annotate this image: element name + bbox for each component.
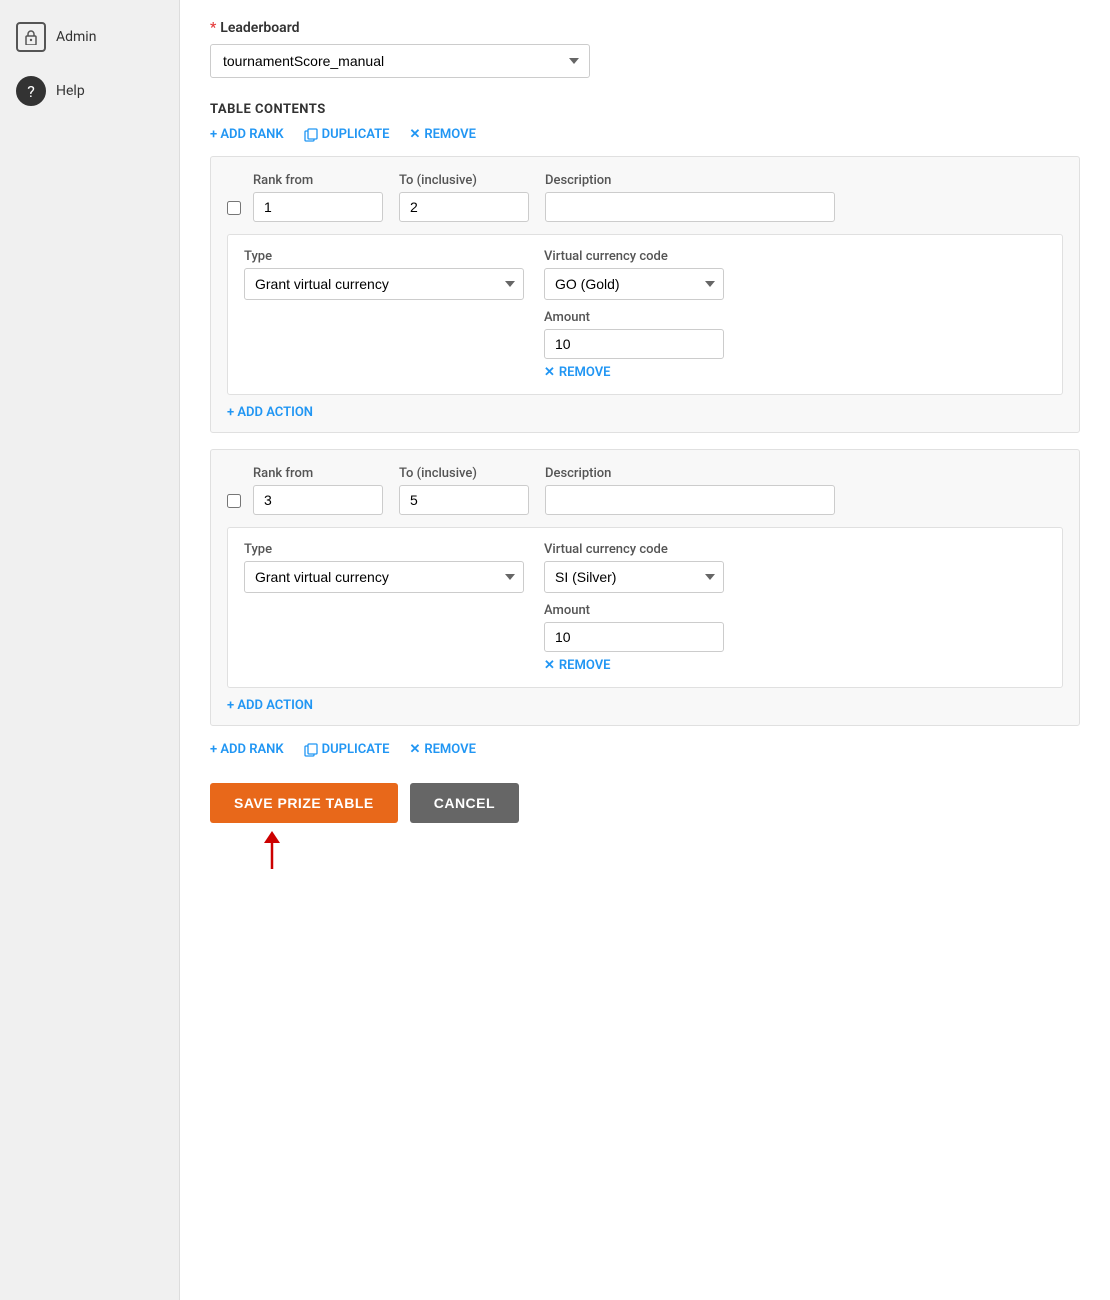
remove-action-1-1[interactable]: ✕ REMOVE <box>544 365 724 380</box>
section-title: TABLE CONTENTS <box>210 102 1080 117</box>
lock-icon <box>16 22 46 52</box>
currency-label-1-1: Virtual currency code <box>544 249 724 264</box>
rank-from-label-1: Rank from <box>253 173 383 188</box>
currency-select-1-1[interactable]: GO (Gold) SI (Silver) BR (Bronze) <box>544 268 724 300</box>
currency-field-1-1: Virtual currency code GO (Gold) SI (Silv… <box>544 249 724 300</box>
action-card-2-1: Type Grant virtual currency Grant item G… <box>227 527 1063 688</box>
add-action-2[interactable]: + ADD ACTION <box>227 698 1063 713</box>
bottom-table-actions: + ADD RANK DUPLICATE ✕ REMOVE <box>210 742 1080 757</box>
bottom-add-rank-button[interactable]: + ADD RANK <box>210 742 284 757</box>
type-field-2-1: Type Grant virtual currency Grant item G… <box>244 542 524 593</box>
rank-from-group-2: Rank from <box>253 466 383 515</box>
rank-header-2: Rank from To (inclusive) Description <box>227 466 1063 515</box>
sidebar-item-help[interactable]: ? Help <box>0 64 179 118</box>
description-input-1[interactable] <box>545 192 835 222</box>
sidebar-item-admin[interactable]: Admin <box>0 10 179 64</box>
type-label-1-1: Type <box>244 249 524 264</box>
save-button[interactable]: SAVE PRIZE TABLE <box>210 783 398 823</box>
action-card-content-2-1: Type Grant virtual currency Grant item G… <box>244 542 1046 673</box>
amount-label-2-1: Amount <box>544 603 590 618</box>
help-icon: ? <box>16 76 46 106</box>
cancel-button[interactable]: CANCEL <box>410 783 519 823</box>
to-inclusive-input-2[interactable] <box>399 485 529 515</box>
sidebar-item-admin-label: Admin <box>56 29 96 45</box>
bottom-duplicate-button[interactable]: DUPLICATE <box>304 742 390 757</box>
rank-from-group-1: Rank from <box>253 173 383 222</box>
amount-section-1-1: Amount <box>544 310 724 359</box>
rank-from-input-1[interactable] <box>253 192 383 222</box>
to-inclusive-group-2: To (inclusive) <box>399 466 529 515</box>
leaderboard-select[interactable]: tournamentScore_manual tournamentScore_a… <box>210 44 590 78</box>
currency-select-2-1[interactable]: GO (Gold) SI (Silver) BR (Bronze) <box>544 561 724 593</box>
top-remove-button[interactable]: ✕ REMOVE <box>409 127 475 142</box>
rank-fields-1: Rank from To (inclusive) Description <box>253 173 1063 222</box>
currency-label-2-1: Virtual currency code <box>544 542 724 557</box>
rank-fields-2: Rank from To (inclusive) Description <box>253 466 1063 515</box>
bottom-remove-button[interactable]: ✕ REMOVE <box>409 742 475 757</box>
action-left-2-1: Type Grant virtual currency Grant item G… <box>244 542 524 673</box>
description-label-1: Description <box>545 173 835 188</box>
arrow-indicator <box>210 831 284 871</box>
rank-card-1: Rank from To (inclusive) Description Typ <box>210 156 1080 433</box>
description-group-2: Description <box>545 466 835 515</box>
bottom-duplicate-icon <box>304 743 318 757</box>
type-field-1-1: Type Grant virtual currency Grant item G… <box>244 249 524 300</box>
top-add-rank-button[interactable]: + ADD RANK <box>210 127 284 142</box>
amount-section-2-1: Amount <box>544 603 724 652</box>
to-inclusive-label-2: To (inclusive) <box>399 466 529 481</box>
description-label-2: Description <box>545 466 835 481</box>
top-duplicate-button[interactable]: DUPLICATE <box>304 127 390 142</box>
rank-from-input-2[interactable] <box>253 485 383 515</box>
main-content: * Leaderboard tournamentScore_manual tou… <box>180 0 1110 1300</box>
rank-from-label-2: Rank from <box>253 466 383 481</box>
sidebar-item-help-label: Help <box>56 83 85 99</box>
amount-label-1-1: Amount <box>544 310 590 325</box>
amount-input-1-1[interactable] <box>544 329 724 359</box>
action-right-1-1: Virtual currency code GO (Gold) SI (Silv… <box>544 249 724 380</box>
button-row: SAVE PRIZE TABLE CANCEL <box>210 783 519 823</box>
type-select-1-1[interactable]: Grant virtual currency Grant item Grant … <box>244 268 524 300</box>
type-select-2-1[interactable]: Grant virtual currency Grant item Grant … <box>244 561 524 593</box>
to-inclusive-input-1[interactable] <box>399 192 529 222</box>
rank-card-2: Rank from To (inclusive) Description Typ <box>210 449 1080 726</box>
rank-checkbox-1[interactable] <box>227 201 241 215</box>
description-input-2[interactable] <box>545 485 835 515</box>
action-card-1-1: Type Grant virtual currency Grant item G… <box>227 234 1063 395</box>
rank-checkbox-2[interactable] <box>227 494 241 508</box>
action-card-content-1-1: Type Grant virtual currency Grant item G… <box>244 249 1046 380</box>
remove-action-2-1[interactable]: ✕ REMOVE <box>544 658 724 673</box>
required-star: * <box>210 20 216 36</box>
type-label-2-1: Type <box>244 542 524 557</box>
rank-header-1: Rank from To (inclusive) Description <box>227 173 1063 222</box>
leaderboard-label: * Leaderboard <box>210 20 1080 36</box>
currency-field-2-1: Virtual currency code GO (Gold) SI (Silv… <box>544 542 724 593</box>
action-left-1-1: Type Grant virtual currency Grant item G… <box>244 249 524 380</box>
to-inclusive-group-1: To (inclusive) <box>399 173 529 222</box>
amount-input-2-1[interactable] <box>544 622 724 652</box>
bottom-actions: SAVE PRIZE TABLE CANCEL <box>210 777 1080 871</box>
sidebar: Admin ? Help <box>0 0 180 1300</box>
add-action-1[interactable]: + ADD ACTION <box>227 405 1063 420</box>
top-table-actions: + ADD RANK DUPLICATE ✕ REMOVE <box>210 127 1080 142</box>
action-right-2-1: Virtual currency code GO (Gold) SI (Silv… <box>544 542 724 673</box>
to-inclusive-label-1: To (inclusive) <box>399 173 529 188</box>
arrow-up-icon <box>260 831 284 871</box>
description-group-1: Description <box>545 173 835 222</box>
duplicate-icon <box>304 128 318 142</box>
